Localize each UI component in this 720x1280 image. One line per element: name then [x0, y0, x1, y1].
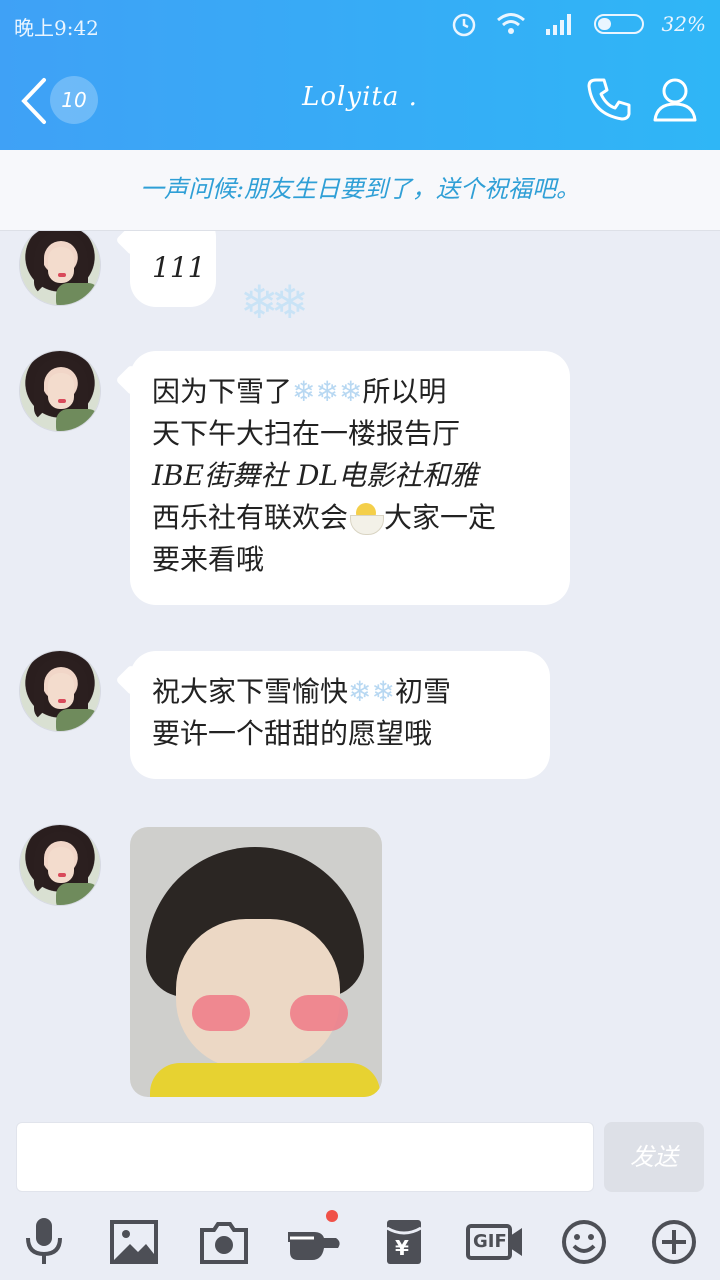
message-line: 西乐社有联欢会 大家一定: [152, 501, 497, 535]
status-bar: 晚上9:42 32%: [0, 0, 720, 48]
battery-icon: [593, 14, 644, 34]
message-input[interactable]: [16, 1122, 594, 1192]
poke-button[interactable]: [284, 1210, 344, 1270]
message-line: 天下午大扫在一楼报告厅: [152, 417, 461, 450]
plus-icon[interactable]: [644, 1214, 704, 1270]
nav-bar: 10 Lolyita .: [0, 56, 720, 146]
gif-button[interactable]: GIF: [466, 1214, 524, 1270]
avatar[interactable]: [20, 231, 100, 305]
profile-icon[interactable]: [650, 74, 700, 124]
send-button[interactable]: 发送: [604, 1122, 704, 1192]
message-line: IBE街舞社 DL电影社和雅: [152, 459, 479, 492]
status-time: 晚上9:42: [14, 16, 99, 40]
avatar[interactable]: [20, 651, 100, 731]
alarm-icon: [452, 13, 475, 37]
battery-level: [597, 18, 611, 30]
toolbar: ¥ GIF: [0, 1208, 720, 1276]
camera-icon[interactable]: [194, 1214, 254, 1270]
status-icons: 32%: [450, 10, 706, 38]
emoji-icon[interactable]: [554, 1214, 614, 1270]
poke-icon: [288, 1232, 340, 1260]
red-packet-button[interactable]: ¥: [374, 1214, 434, 1270]
message-bubble[interactable]: 祝大家下雪愉快❄❄初雪 要许一个甜甜的愿望哦: [130, 651, 550, 779]
message-line: 要来看哦: [152, 543, 265, 576]
header: 晚上9:42 32% 10 Lolyita .: [0, 0, 720, 150]
phone-icon[interactable]: [584, 74, 634, 124]
avatar[interactable]: [20, 351, 100, 431]
yen-label: ¥: [395, 1236, 409, 1260]
snowflake-sticker[interactable]: ❄❄: [240, 275, 309, 329]
message-bubble[interactable]: 111: [130, 231, 216, 307]
wifi-icon: [496, 13, 525, 34]
snowflake-emoji: ❄❄: [348, 675, 395, 708]
photo-message[interactable]: [130, 827, 382, 1097]
battery-percent: 32%: [661, 12, 706, 36]
microphone-icon[interactable]: [14, 1214, 74, 1270]
message-text: 111: [152, 251, 206, 284]
signal-icon: [545, 14, 571, 35]
notification-dot: [326, 1210, 338, 1222]
message-line: 因为下雪了❄❄❄所以明: [152, 375, 447, 408]
gif-label: GIF: [473, 1231, 507, 1252]
image-icon[interactable]: [104, 1214, 164, 1270]
chat-area[interactable]: 111 ❄❄ 因为下雪了❄❄❄所以明 天下午大扫在一楼报告厅 IBE街舞社 DL…: [0, 231, 720, 1116]
composer: 发送 ¥ GIF: [0, 1116, 720, 1280]
avatar[interactable]: [20, 825, 100, 905]
birthday-reminder-banner[interactable]: 一声问候:朋友生日要到了，送个祝福吧。: [0, 150, 720, 231]
message-line: 要许一个甜甜的愿望哦: [152, 717, 433, 750]
message-line: 祝大家下雪愉快❄❄初雪: [152, 675, 451, 708]
snowflake-emoji: ❄❄❄: [292, 375, 363, 408]
hatching-chick-emoji: [348, 501, 385, 535]
message-bubble[interactable]: 因为下雪了❄❄❄所以明 天下午大扫在一楼报告厅 IBE街舞社 DL电影社和雅 西…: [130, 351, 570, 605]
